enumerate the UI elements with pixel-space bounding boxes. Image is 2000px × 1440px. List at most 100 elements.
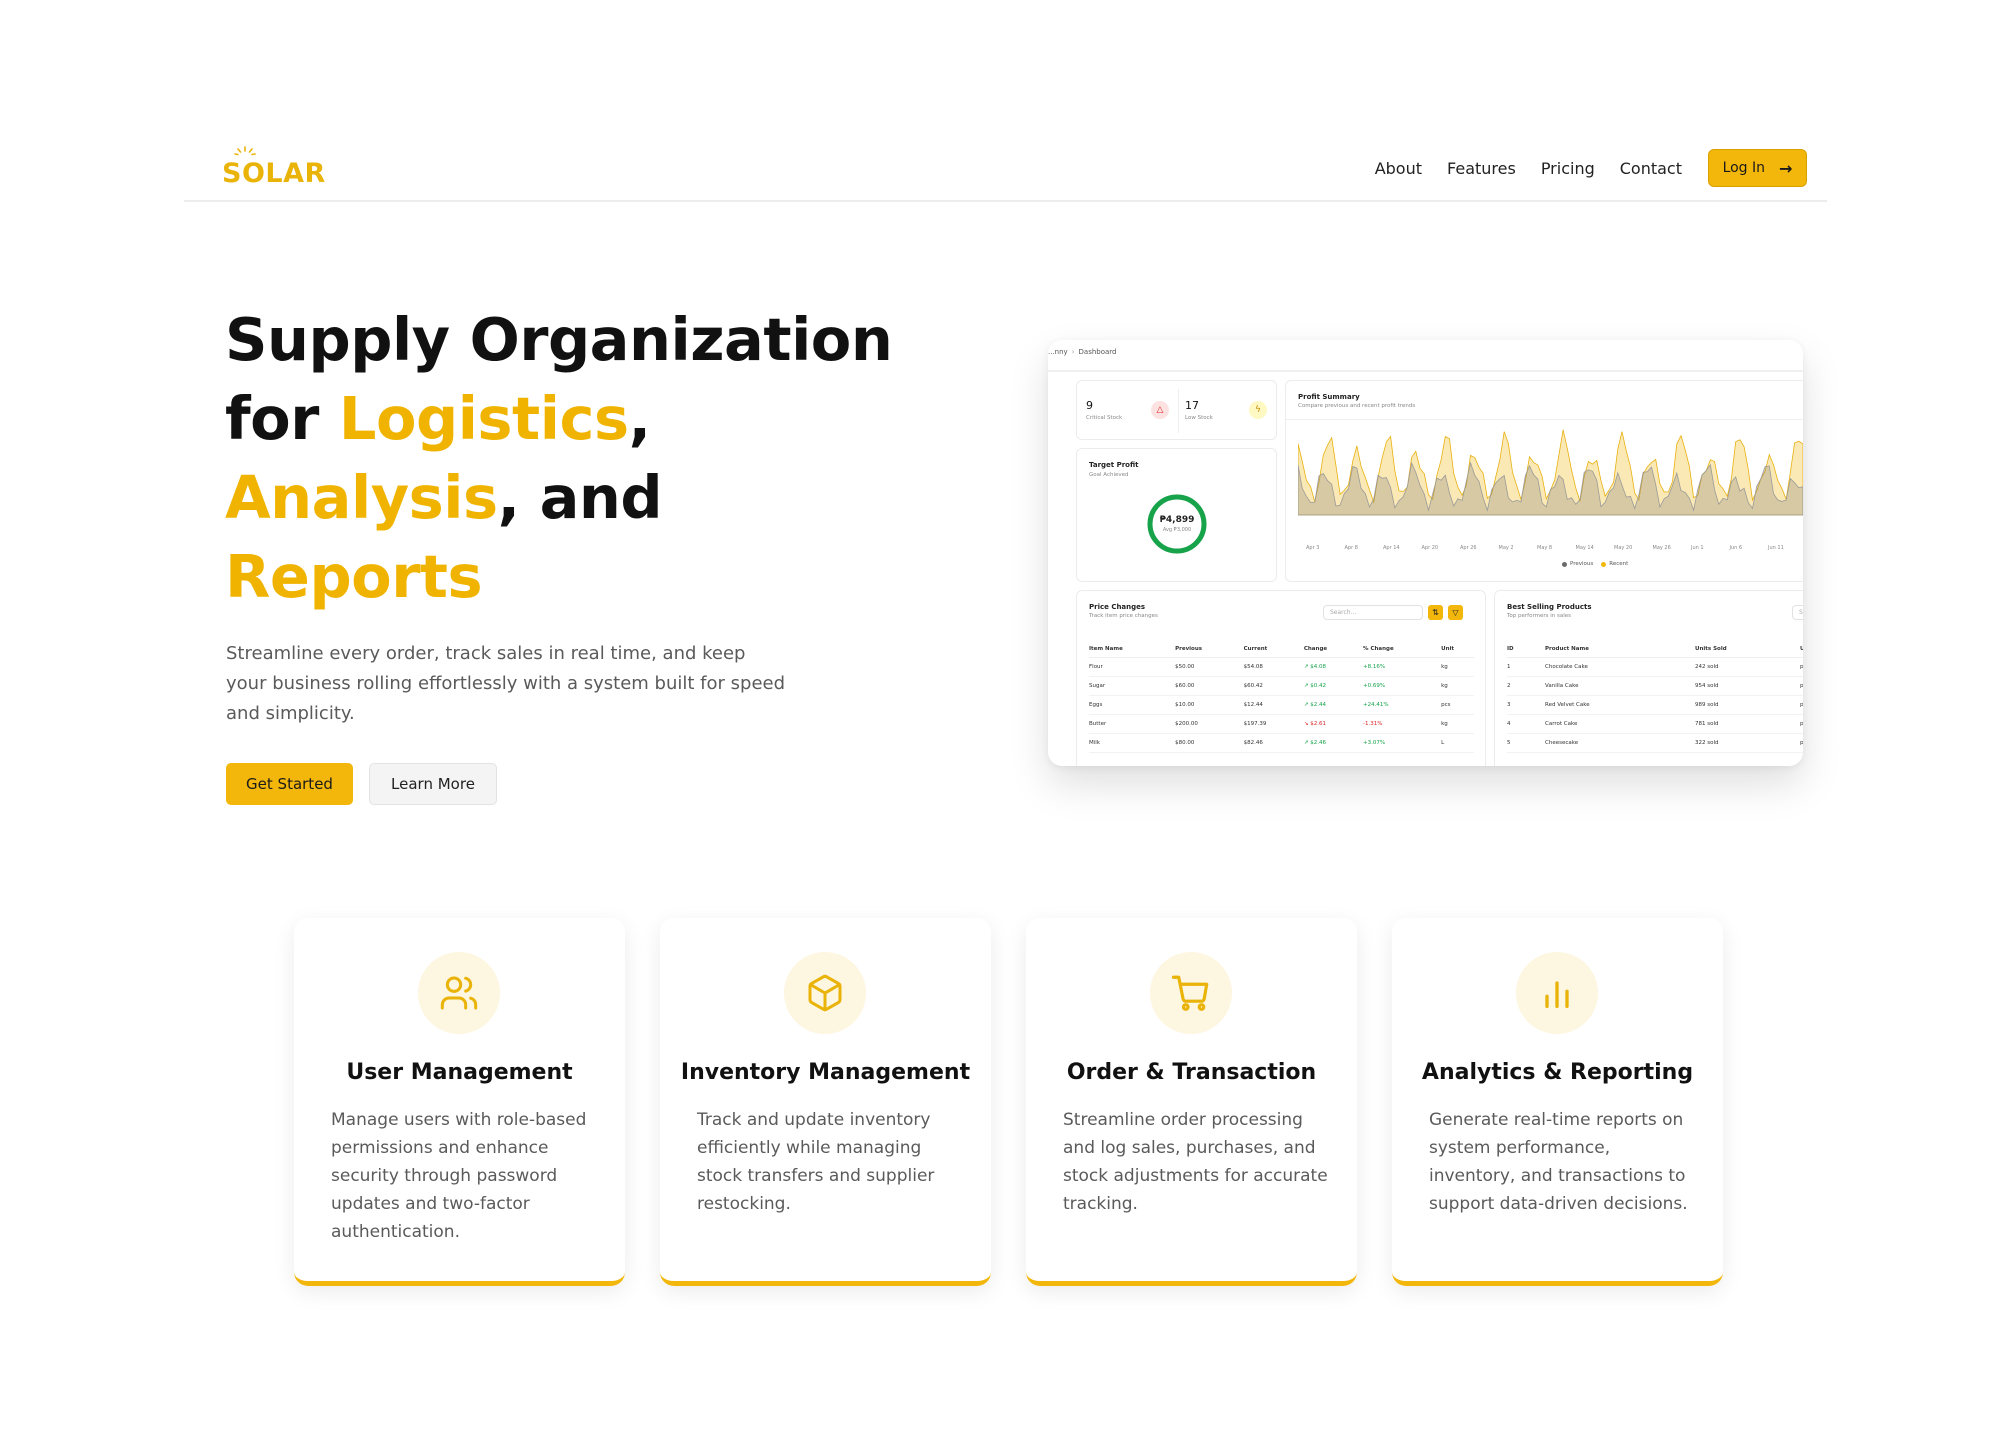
cell: Butter	[1089, 714, 1176, 734]
nav-link-contact[interactable]: Contact	[1620, 159, 1682, 178]
feature-card-analytics-reporting[interactable]: Analytics & Reporting Generate real-time…	[1392, 918, 1723, 1286]
hero-title-analysis: Analysis	[225, 463, 498, 532]
login-button-label: Log In	[1722, 160, 1766, 176]
col-u: U	[1800, 641, 1803, 658]
cell: +0.69%	[1363, 676, 1442, 696]
price-changes-table: Item Name Previous Current Change % Chan…	[1089, 641, 1474, 753]
nav-link-pricing[interactable]: Pricing	[1541, 159, 1595, 178]
best-selling-search-input[interactable]: Sea	[1792, 605, 1803, 620]
col-current: Current	[1243, 641, 1304, 658]
breadcrumb-divider	[1048, 370, 1803, 372]
bar-chart-icon	[1516, 952, 1598, 1034]
nav-link-about[interactable]: About	[1375, 159, 1422, 178]
table-row[interactable]: Sugar $60.00 $60.42 ↗ $0.42 +0.69% kg	[1089, 676, 1474, 696]
critical-stock-label: Critical Stock	[1086, 415, 1123, 421]
table-row[interactable]: 1 Chocolate Cake 242 sold p	[1507, 657, 1803, 677]
feature-card-inventory-management[interactable]: Inventory Management Track and update in…	[660, 918, 991, 1286]
solar-logo[interactable]: SOLAR	[222, 146, 325, 189]
table-row[interactable]: Milk $80.00 $82.46 ↗ $2.46 +3.07% L	[1089, 733, 1474, 753]
feature-card-user-management[interactable]: User Management Manage users with role-b…	[294, 918, 625, 1286]
cart-icon	[1150, 952, 1232, 1034]
cell: 954 sold	[1695, 676, 1800, 696]
legend-recent-label: Recent	[1609, 561, 1629, 567]
login-button[interactable]: Log In →	[1708, 149, 1807, 187]
cell: +3.07%	[1363, 733, 1442, 753]
col-item-name: Item Name	[1089, 641, 1176, 658]
low-stock-value: 17	[1185, 399, 1199, 412]
cell: kg	[1441, 657, 1474, 677]
col-previous: Previous	[1175, 641, 1244, 658]
activity-icon: ϟ	[1249, 401, 1267, 419]
cell: kg	[1441, 676, 1474, 696]
target-profit-title: Target Profit	[1089, 461, 1139, 469]
cell: -1.31%	[1363, 714, 1442, 734]
feature-description: Track and update inventory efficiently w…	[697, 1110, 935, 1214]
table-row[interactable]: 2 Vanilla Cake 954 sold p	[1507, 676, 1803, 696]
hero-title-reports: Reports	[225, 542, 483, 611]
cell: p	[1800, 676, 1803, 696]
cell: $54.08	[1243, 657, 1304, 677]
filter-icon[interactable]: ▽	[1448, 605, 1463, 620]
cell: $82.46	[1243, 733, 1304, 753]
best-selling-subtitle: Top performers in sales	[1507, 613, 1572, 619]
x-tick-label: Jun 6	[1729, 545, 1743, 551]
cell: Chocolate Cake	[1545, 657, 1695, 677]
feature-title: Inventory Management	[680, 1060, 971, 1085]
hero-title-logistics: Logistics	[338, 384, 629, 453]
learn-more-button[interactable]: Learn More	[369, 763, 497, 805]
cell: 2	[1507, 676, 1545, 696]
cell: 5	[1507, 733, 1545, 753]
box-icon	[784, 952, 866, 1034]
low-stock-label: Low Stock	[1185, 415, 1213, 421]
profit-area-chart	[1298, 429, 1803, 516]
cell: Sugar	[1089, 676, 1176, 696]
cell: ↗ $2.44	[1303, 695, 1364, 715]
nav-link-features[interactable]: Features	[1447, 159, 1516, 178]
previous-series-area	[1298, 461, 1803, 516]
cell: 322 sold	[1695, 733, 1800, 753]
cell: $50.00	[1175, 657, 1244, 677]
hero-title: Supply Organization for Logistics, Analy…	[225, 300, 925, 616]
hero-description: Streamline every order, track sales in r…	[226, 643, 786, 724]
price-changes-subtitle: Track item price changes	[1089, 613, 1158, 619]
hero-title-for: for	[225, 384, 339, 453]
cell: 989 sold	[1695, 695, 1800, 715]
table-row[interactable]: 3 Red Velvet Cake 989 sold p	[1507, 695, 1803, 715]
x-tick-label: Apr 3	[1306, 545, 1320, 551]
table-row[interactable]: 4 Carrot Cake 781 sold p	[1507, 714, 1803, 734]
price-changes-title: Price Changes	[1089, 603, 1146, 611]
target-profit-subtitle: Goal Achieved	[1089, 472, 1129, 478]
users-icon	[418, 952, 500, 1034]
feature-description: Streamline order processing and log sale…	[1063, 1110, 1328, 1214]
feature-card-order-transaction[interactable]: Order & Transaction Streamline order pro…	[1026, 918, 1357, 1286]
best-selling-card: Best Selling Products Top performers in …	[1494, 590, 1803, 766]
logo-text: SOLAR	[222, 158, 326, 189]
table-header-row: Item Name Previous Current Change % Chan…	[1089, 641, 1474, 658]
x-tick-label: May 26	[1652, 545, 1671, 551]
critical-stock-value: 9	[1086, 399, 1093, 412]
table-row[interactable]: Eggs $10.00 $12.44 ↗ $2.44 +24.41% pcs	[1089, 695, 1474, 715]
x-tick-label: Apr 14	[1383, 545, 1400, 551]
cell: p	[1800, 657, 1803, 677]
table-row[interactable]: 5 Cheesecake 322 sold p	[1507, 733, 1803, 753]
price-search-input[interactable]: Search...	[1323, 605, 1423, 620]
cell: Carrot Cake	[1545, 714, 1695, 734]
cell: $60.42	[1243, 676, 1304, 696]
sort-button[interactable]: ⇅	[1428, 605, 1443, 620]
get-started-button[interactable]: Get Started	[226, 763, 353, 805]
cell: 242 sold	[1695, 657, 1800, 677]
target-profit-sub: Avg ₱3,000	[1162, 527, 1192, 533]
table-row[interactable]: Butter $200.00 $197.39 ↘ $2.61 -1.31% kg	[1089, 714, 1474, 734]
hero-title-line1: Supply Organization	[225, 305, 893, 374]
cell: +24.41%	[1363, 695, 1442, 715]
cell: Vanilla Cake	[1545, 676, 1695, 696]
cell: $80.00	[1175, 733, 1244, 753]
profit-summary-card: Profit Summary Compare previous and rece…	[1285, 380, 1803, 582]
alert-triangle-icon: △	[1151, 401, 1169, 419]
x-tick-label: May 14	[1575, 545, 1594, 551]
col-pct-change: % Change	[1363, 641, 1442, 658]
breadcrumb: ...nny › Dashboard	[1048, 348, 1117, 356]
table-row[interactable]: Flour $50.00 $54.08 ↗ $4.08 +8.16% kg	[1089, 657, 1474, 677]
x-tick-label: Jun 11	[1768, 545, 1784, 551]
cell: $10.00	[1175, 695, 1244, 715]
